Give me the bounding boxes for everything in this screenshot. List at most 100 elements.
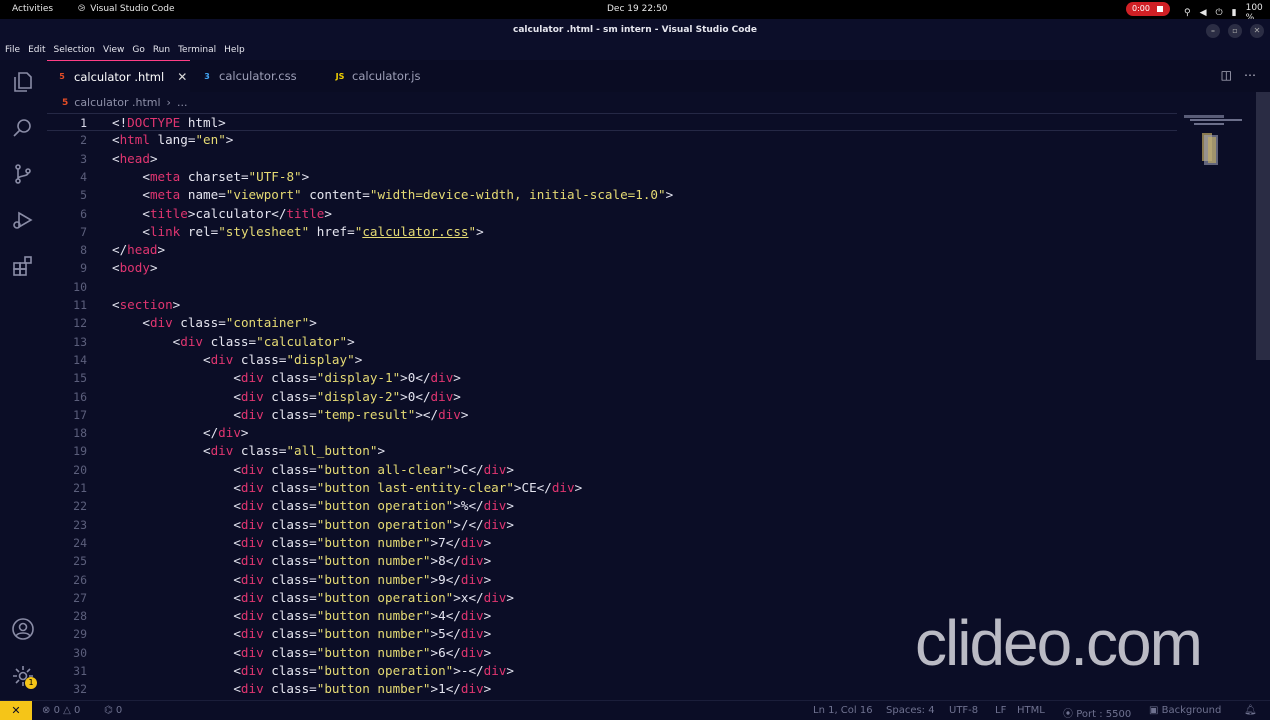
code-line[interactable]: 2 <html lang="en"> — [47, 131, 1177, 149]
code-token: < — [233, 370, 241, 386]
code-token: > — [574, 480, 583, 495]
line-number: 7 — [80, 224, 87, 239]
background-status[interactable]: ▣ Background — [1149, 705, 1221, 716]
code-line[interactable]: 25 <div class="button number">8</div> — [47, 552, 1177, 570]
menu-go[interactable]: Go — [132, 45, 144, 60]
close-tab-icon[interactable]: ✕ — [177, 70, 187, 84]
extensions-icon[interactable] — [11, 254, 35, 278]
activities-button[interactable]: Activities — [12, 4, 53, 14]
more-actions-icon[interactable]: ⋯ — [1244, 68, 1256, 82]
code-line[interactable]: 13 <div class="calculator"> — [47, 333, 1177, 351]
screen-recording-indicator[interactable]: 0:00 — [1126, 2, 1170, 16]
line-source: <div class="button number">4</div> — [112, 608, 491, 623]
code-token: calculator — [195, 205, 272, 221]
code-line[interactable]: 24 <div class="button number">7</div> — [47, 534, 1177, 552]
indentation[interactable]: Spaces: 4 — [886, 705, 935, 716]
code-line[interactable]: 14 <div class="display"> — [47, 351, 1177, 369]
cursor-position[interactable]: Ln 1, Col 16 — [813, 705, 873, 716]
code-line[interactable]: 12 <div class="container"> — [47, 314, 1177, 332]
code-token: < — [233, 553, 241, 569]
code-token: </ — [203, 425, 219, 441]
menu-terminal[interactable]: Terminal — [178, 45, 216, 60]
manage-gear-icon[interactable]: 1 — [11, 664, 37, 689]
code-token: class — [263, 388, 310, 404]
menu-run[interactable]: Run — [153, 45, 170, 60]
code-token: > — [506, 498, 514, 514]
code-line[interactable]: 15 <div class="display-1">0</div> — [47, 369, 1177, 387]
breadcrumb: 5 calculator .html › ... — [62, 96, 187, 109]
code-line[interactable]: 16 <div class="display-2">0</div> — [47, 388, 1177, 406]
code-line[interactable]: 5 <meta name="viewport" content="width=d… — [47, 186, 1177, 204]
code-line[interactable]: 6 <title>calculator</title> — [47, 205, 1177, 223]
line-number: 11 — [73, 298, 87, 312]
code-token: </ — [445, 626, 461, 642]
minimize-icon[interactable]: – — [1206, 24, 1220, 38]
code-line[interactable]: 22 <div class="button operation">%</div> — [47, 497, 1177, 515]
language-mode[interactable]: HTML — [1017, 705, 1045, 716]
search-icon[interactable] — [11, 116, 35, 140]
split-editor-icon[interactable]: ◫ — [1221, 68, 1232, 82]
code-token: > — [506, 589, 514, 605]
vertical-scrollbar[interactable] — [1256, 92, 1270, 360]
code-line[interactable]: 17 <div class="temp-result"></div> — [47, 406, 1177, 424]
code-line[interactable]: 8 </head> — [47, 241, 1177, 259]
tab-calculator-css[interactable]: 3 calculator.css — [192, 60, 322, 92]
menu-file[interactable]: File — [5, 45, 20, 60]
code-token: div — [483, 516, 507, 532]
run-debug-icon[interactable] — [11, 208, 35, 232]
remote-indicator-icon[interactable]: ✕ — [0, 701, 32, 720]
code-line[interactable]: 23 <div class="button operation">/</div> — [47, 516, 1177, 534]
maximize-icon[interactable]: ▫ — [1228, 24, 1242, 38]
live-server-port[interactable]: ⦿ Port : 5500 — [1063, 705, 1131, 720]
explorer-icon[interactable] — [11, 70, 35, 94]
code-token: < — [233, 498, 241, 514]
menu-edit[interactable]: Edit — [28, 45, 45, 60]
code-token: > — [453, 498, 461, 514]
code-token: "button operation" — [316, 498, 454, 514]
menu-help[interactable]: Help — [224, 45, 245, 60]
code-line[interactable]: 9 <body> — [47, 259, 1177, 277]
close-window-icon[interactable]: ✕ — [1250, 24, 1264, 38]
source-control-icon[interactable] — [11, 162, 35, 186]
tab-calculator-js[interactable]: JS calculator.js — [325, 60, 445, 92]
accounts-icon[interactable] — [11, 617, 35, 641]
menu-view[interactable]: View — [103, 45, 124, 60]
code-line[interactable]: 21 <div class="button last-entity-clear"… — [47, 479, 1177, 497]
code-line[interactable]: 10 — [47, 278, 1177, 296]
notifications-bell-icon[interactable]: 🔔︎ — [1244, 705, 1257, 716]
code-line[interactable]: 18 </div> — [47, 424, 1177, 442]
code-line[interactable]: 19 <div class="all_button"> — [47, 442, 1177, 460]
encoding[interactable]: UTF-8 — [949, 705, 978, 716]
code-line[interactable]: 27 <div class="button operation">x</div> — [47, 589, 1177, 607]
app-menu[interactable]: ⧁ Visual Studio Code — [78, 4, 175, 14]
code-token: </ — [445, 644, 461, 660]
warning-icon: △ — [63, 705, 71, 716]
code-token: "button operation" — [316, 589, 454, 605]
code-line[interactable]: 7 <link rel="stylesheet" href="calculato… — [47, 223, 1177, 241]
ports-indicator[interactable]: ⌬ 0 — [104, 705, 122, 716]
code-token: rel — [180, 223, 211, 239]
breadcrumb-file[interactable]: calculator .html — [74, 96, 160, 109]
code-token: div — [460, 681, 484, 697]
line-source: <div class="button operation">-</div> — [112, 663, 514, 678]
end-of-line[interactable]: LF — [995, 705, 1006, 716]
code-line[interactable]: 32 <div class="button number">1</div> — [47, 680, 1177, 698]
minimap[interactable] — [1180, 113, 1255, 183]
code-token: </ — [445, 681, 461, 697]
code-line[interactable]: 3 <head> — [47, 150, 1177, 168]
menu-selection[interactable]: Selection — [54, 45, 95, 60]
code-line[interactable]: 4 <meta charset="UTF-8"> — [47, 168, 1177, 186]
clock[interactable]: Dec 19 22:50 — [607, 4, 668, 14]
code-token: > — [453, 388, 461, 404]
code-line[interactable]: 26 <div class="button number">9</div> — [47, 571, 1177, 589]
radio-tower-icon: ⌬ — [104, 705, 113, 716]
code-token: div — [240, 571, 264, 587]
problems-indicator[interactable]: ⊗ 0 △ 0 — [42, 705, 80, 716]
tab-calculator-html[interactable]: 5 calculator .html ✕ — [47, 60, 190, 92]
code-line[interactable]: 20 <div class="button all-clear">C</div> — [47, 461, 1177, 479]
code-token: div — [551, 480, 575, 495]
code-line[interactable]: 1 <!DOCTYPE html> — [47, 113, 1177, 132]
code-line[interactable]: 11 <section> — [47, 296, 1177, 314]
breadcrumb-more[interactable]: ... — [177, 96, 188, 109]
code-token: </ — [468, 516, 484, 532]
